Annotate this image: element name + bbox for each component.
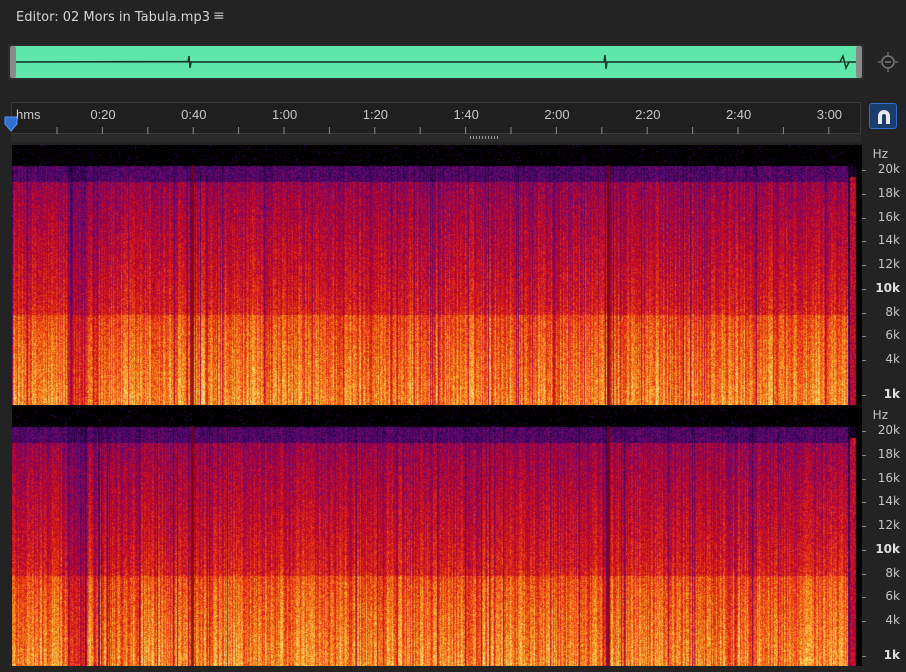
frequency-tick: [862, 597, 866, 598]
frequency-tick: [862, 550, 866, 551]
time-ruler[interactable]: hms 0:20 0:40 1:00 1:20 1:40 2:00 2:20 2:40 3:00: [11, 102, 861, 134]
frequency-label: 1k: [883, 648, 900, 662]
ruler-label: 1:40: [454, 107, 479, 122]
frequency-tick: [862, 336, 866, 337]
frequency-axis-channel-2: Hz 20k 18k 16k 14k 12k 10k 8k 6k 4k 1k: [862, 406, 906, 666]
frequency-tick: [862, 502, 866, 503]
spectrogram-channel-2[interactable]: [12, 406, 862, 666]
overview-waveform-graphic: [14, 46, 858, 78]
frequency-tick: [862, 218, 866, 219]
ruler-label: 1:00: [272, 107, 297, 122]
editor-header: Editor: 02 Mors in Tabula.mp3 ≡: [0, 0, 906, 36]
frequency-tick: [862, 574, 866, 575]
panel-divider[interactable]: [11, 134, 861, 142]
frequency-label: 6k: [885, 328, 900, 342]
frequency-label: 18k: [877, 447, 900, 461]
frequency-label: 16k: [877, 471, 900, 485]
frequency-label: 12k: [877, 518, 900, 532]
hamburger-menu-icon[interactable]: ≡: [213, 8, 225, 24]
ruler-label: 1:20: [363, 107, 388, 122]
editor-title: Editor: 02 Mors in Tabula.mp3: [16, 10, 210, 25]
frequency-label: 20k: [877, 423, 900, 437]
ruler-unit-label: hms: [16, 107, 41, 122]
ruler-label: 2:40: [726, 107, 751, 122]
frequency-label: 16k: [877, 210, 900, 224]
frequency-tick: [862, 313, 866, 314]
zoom-icon[interactable]: [877, 51, 899, 73]
ruler-label: 2:00: [544, 107, 569, 122]
frequency-tick: [862, 265, 866, 266]
spectrogram-channel-1[interactable]: [12, 145, 862, 405]
frequency-label: 20k: [877, 162, 900, 176]
frequency-tick: [862, 621, 866, 622]
overview-right-handle[interactable]: [856, 46, 862, 78]
frequency-label: 10k: [875, 542, 900, 556]
frequency-label: 18k: [877, 186, 900, 200]
frequency-tick: [862, 395, 866, 396]
ruler-label: 2:20: [635, 107, 660, 122]
frequency-label: 6k: [885, 589, 900, 603]
frequency-label: 4k: [885, 352, 900, 366]
frequency-tick: [862, 241, 866, 242]
frequency-tick: [862, 526, 866, 527]
frequency-unit-label: Hz: [872, 408, 888, 422]
frequency-label: 10k: [875, 281, 900, 295]
frequency-label: 12k: [877, 257, 900, 271]
ruler-label: 0:20: [90, 107, 115, 122]
frequency-tick: [862, 170, 866, 171]
frequency-tick: [862, 479, 866, 480]
divider-grip-icon[interactable]: [470, 136, 500, 139]
frequency-tick: [862, 431, 866, 432]
frequency-unit-label: Hz: [872, 147, 888, 161]
ruler-label: 3:00: [817, 107, 842, 122]
ruler-label: 0:40: [181, 107, 206, 122]
frequency-label: 14k: [877, 233, 900, 247]
overview-waveform[interactable]: [8, 44, 864, 80]
magnet-icon: [878, 110, 890, 124]
frequency-label: 14k: [877, 494, 900, 508]
frequency-label: 8k: [885, 305, 900, 319]
frequency-tick: [862, 455, 866, 456]
frequency-label: 8k: [885, 566, 900, 580]
time-ruler-graphic: hms 0:20 0:40 1:00 1:20 1:40 2:00 2:20 2:40 3:00: [16, 107, 842, 134]
playhead-marker[interactable]: [4, 116, 18, 132]
frequency-label: 1k: [883, 387, 900, 401]
frequency-tick: [862, 289, 866, 290]
frequency-tick: [862, 656, 866, 657]
frequency-axis-channel-1: Hz 20k 18k 16k 14k 12k 10k 8k 6k 4k 1k: [862, 145, 906, 405]
snap-magnet-button[interactable]: [869, 103, 897, 129]
frequency-tick: [862, 194, 866, 195]
overview-left-handle[interactable]: [10, 46, 16, 78]
frequency-tick: [862, 360, 866, 361]
frequency-label: 4k: [885, 613, 900, 627]
